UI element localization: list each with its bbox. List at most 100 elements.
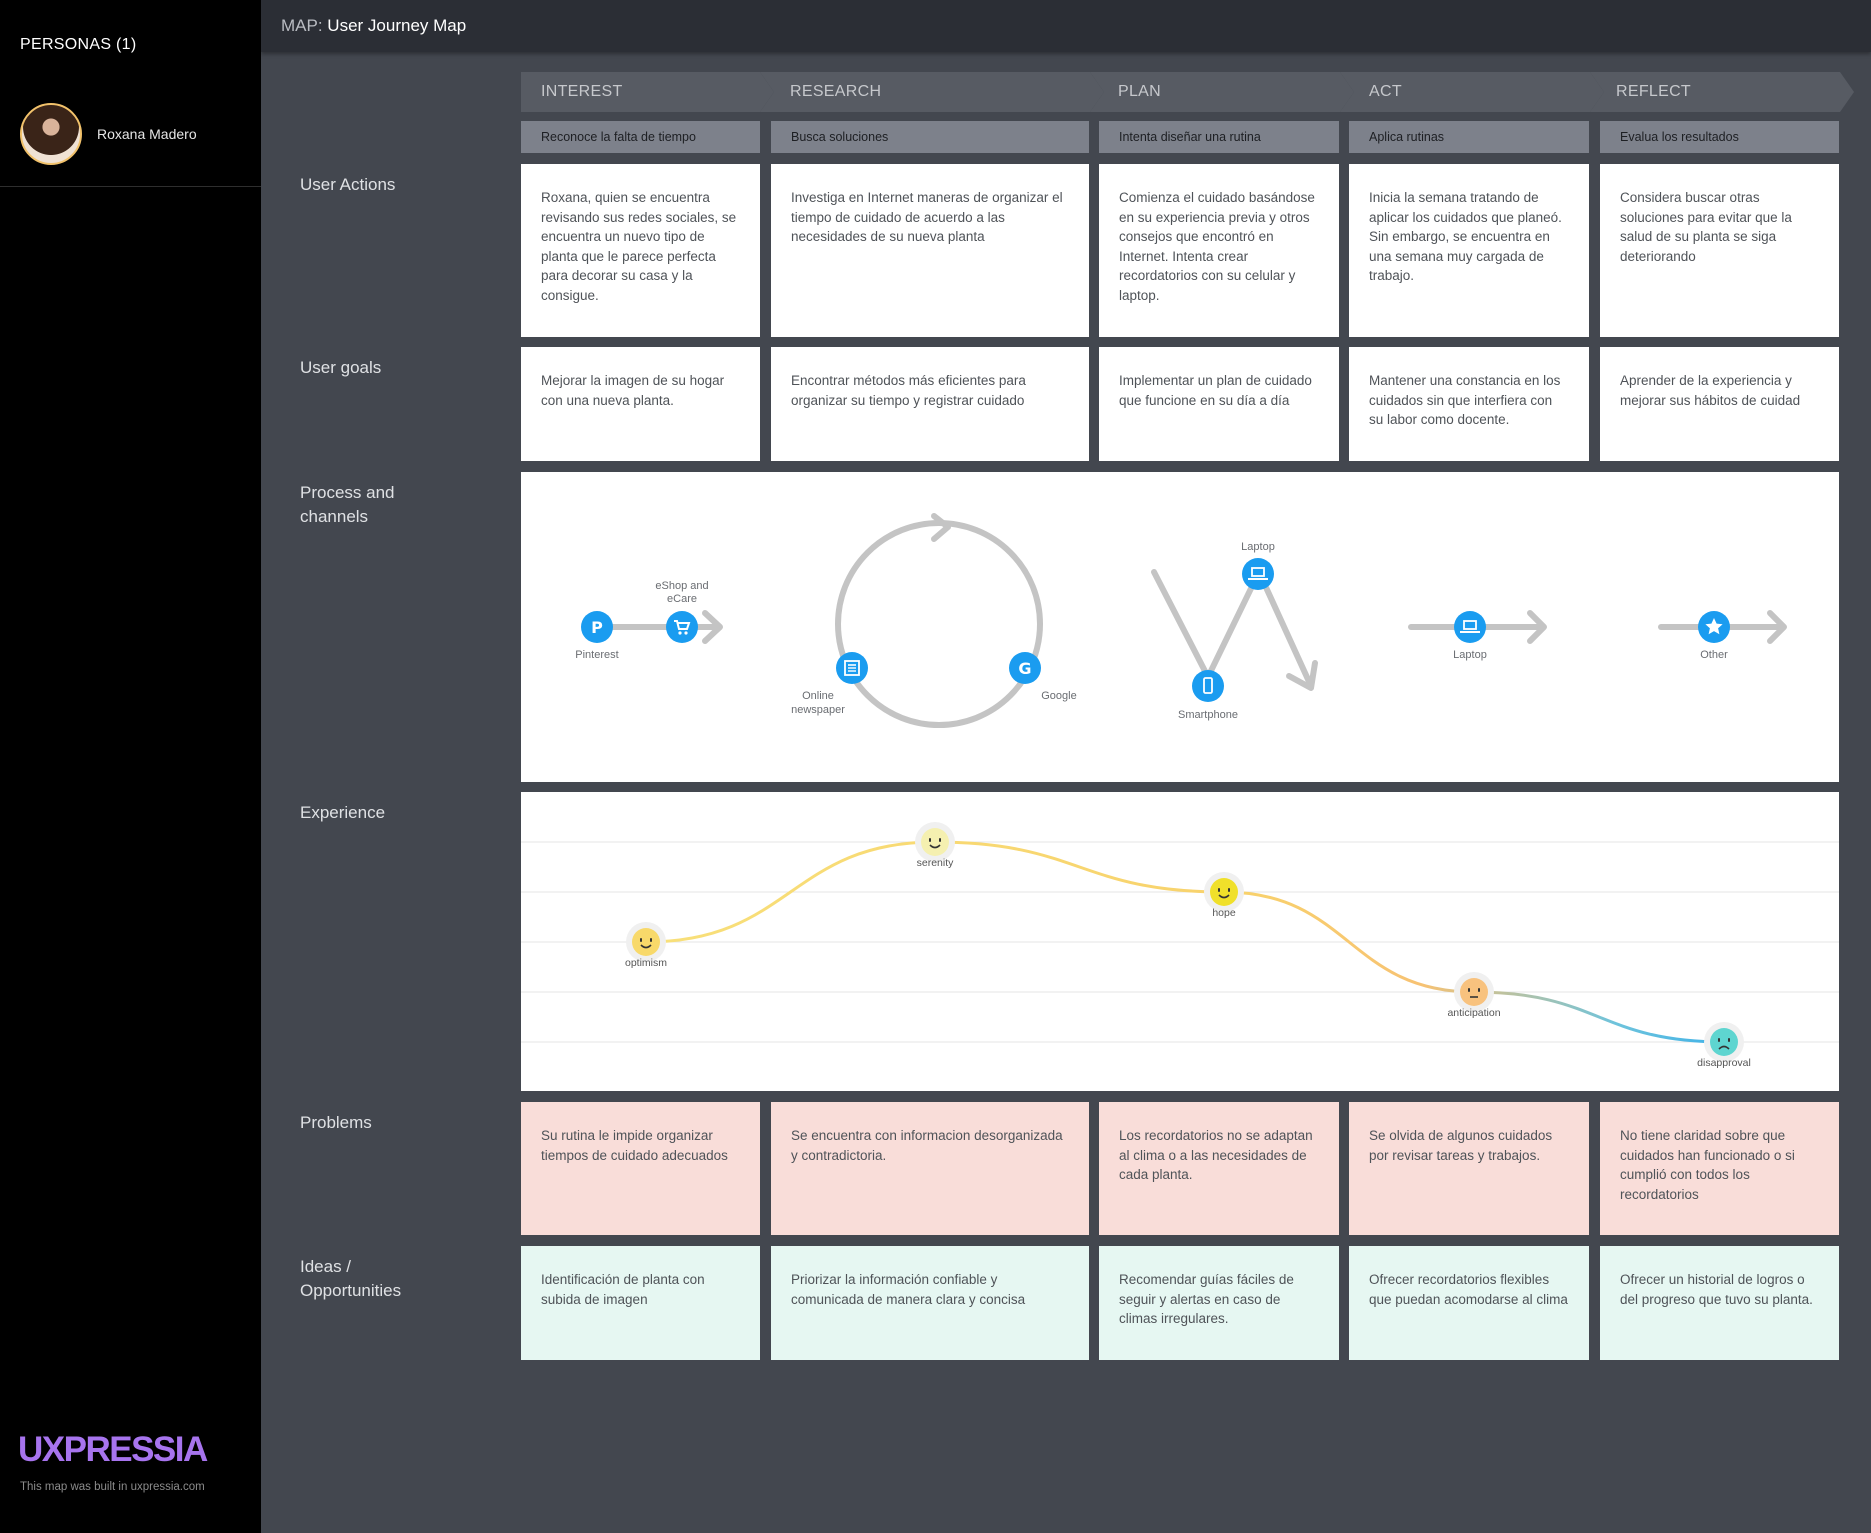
stage-1[interactable]: Reconoce la falta de tiempo [521,121,760,153]
plan-zigzag [1151,569,1314,689]
map-prefix: MAP: [281,16,323,35]
row-label-line: Opportunities [300,1281,402,1300]
emotion-label: optimism [625,957,667,969]
user-action-card[interactable]: Roxana, quien se encuentra revisando sus… [521,164,760,337]
user-goal-card[interactable]: Mantener una constancia en los cuidados … [1349,347,1589,461]
stage-4[interactable]: Aplica rutinas [1349,121,1589,153]
phase-plan[interactable]: PLAN [1090,72,1354,112]
brand-note: This map was built in uxpressia.com [20,1481,205,1493]
channel-label: Laptop [1453,649,1487,661]
pinterest-icon: P [591,618,603,637]
idea-card[interactable]: Priorizar la información confiable y com… [771,1246,1089,1360]
sidebar: PERSONAS (1) Roxana Madero UXPRESSIA Thi… [0,0,261,1533]
emotion-point-hope[interactable]: hope [1204,872,1244,919]
node-circle [1454,611,1486,643]
problem-card[interactable]: Se olvida de algunos cuidados por revisa… [1349,1102,1589,1235]
emotion-point-disapproval[interactable]: disapproval [1697,1022,1751,1069]
emotion-label: serenity [917,857,955,869]
idea-card[interactable]: Ofrecer recordatorios flexibles que pued… [1349,1246,1589,1360]
channels-diagram: P G Pinterest eShop and eCare Online new… [575,513,1787,728]
optimism-face-icon [632,928,660,956]
node-circle [1242,558,1274,590]
row-label-user-actions: User Actions [300,175,396,194]
channel-label: Smartphone [1178,709,1238,721]
other-node[interactable] [1698,611,1730,643]
user-goal-card[interactable]: Encontrar métodos más eficientes para or… [771,347,1089,461]
row-label-line: channels [300,507,369,526]
channel-lines [595,513,1787,728]
user-action-card[interactable]: Inicia la semana tratando de aplicar los… [1349,164,1589,337]
process-channels-panel: P G Pinterest eShop and eCare Online new… [521,472,1839,782]
user-action-card[interactable]: Comienza el cuidado basándose en su expe… [1099,164,1339,337]
emotion-point-serenity[interactable]: serenity [915,822,955,869]
channel-label: Pinterest [575,649,618,661]
user-action-card[interactable]: Considera buscar otras soluciones para e… [1600,164,1839,337]
stage-2[interactable]: Busca soluciones [771,121,1089,153]
channel-label: Online [802,690,834,702]
row-label-line: Process and [300,483,395,502]
disapproval-face-icon [1710,1028,1738,1056]
channel-label: eShop and [655,580,708,592]
node-circle [666,611,698,643]
channel-label: eCare [667,593,697,605]
row-label-ideas: Ideas / Opportunities [300,1255,401,1303]
map-title: User Journey Map [327,16,467,35]
row-label-process-channels: Process and channels [300,481,395,529]
google-node[interactable]: G [1009,652,1041,684]
row-label-line: Ideas / [300,1257,352,1276]
stage-3[interactable]: Intenta diseñar una rutina [1099,121,1339,153]
phase-act[interactable]: ACT [1340,72,1604,112]
pinterest-node[interactable]: P [581,611,613,643]
user-goal-card[interactable]: Mejorar la imagen de su hogar con una nu… [521,347,760,461]
user-goal-card[interactable]: Implementar un plan de cuidado que funci… [1099,347,1339,461]
channel-label: Other [1700,649,1728,661]
phase-interest[interactable]: INTEREST [521,72,774,112]
channel-label: Google [1041,690,1076,702]
top-bar: MAP: User Journey Map [261,0,1871,52]
row-label-problems: Problems [300,1113,372,1132]
page-title: MAP: User Journey Map [281,16,466,36]
emotion-label: disapproval [1697,1057,1751,1069]
channel-label: newspaper [791,704,845,716]
problem-card[interactable]: Su rutina le impide organizar tiempos de… [521,1102,760,1235]
online-newspaper-node[interactable] [836,652,868,684]
row-label-user-goals: User goals [300,358,382,377]
experience-grid [521,841,1839,1043]
phase-reflect[interactable]: REFLECT [1590,72,1854,112]
emotion-label: hope [1212,907,1236,919]
emotion-label: anticipation [1447,1007,1500,1019]
eshop-node[interactable] [666,611,698,643]
emotion-point-optimism[interactable]: optimism [625,922,667,969]
persona-name: Roxana Madero [97,126,197,142]
research-arrowhead [931,513,951,542]
idea-card[interactable]: Ofrecer un historial de logros o del pro… [1600,1246,1839,1360]
experience-points: optimism serenity hope anticipation disappro… [625,822,1751,1069]
google-icon: G [1018,659,1031,678]
stage-5[interactable]: Evalua los resultados [1600,121,1839,153]
persona-item[interactable]: Roxana Madero [20,103,197,165]
idea-card[interactable]: Identificación de planta con subida de i… [521,1246,760,1360]
channel-label: Laptop [1241,541,1275,553]
user-goal-card[interactable]: Aprender de la experiencia y mejorar sus… [1600,347,1839,461]
laptop-plan-node[interactable] [1242,558,1274,590]
emotion-point-anticipation[interactable]: anticipation [1447,972,1501,1019]
problem-card[interactable]: Los recordatorios no se adaptan al clima… [1099,1102,1339,1235]
avatar[interactable] [20,103,82,165]
research-cycle [835,520,1043,728]
phase-research[interactable]: RESEARCH [760,72,1104,112]
personas-title: PERSONAS (1) [20,36,137,53]
problem-card[interactable]: No tiene claridad sobre que cuidados han… [1600,1102,1839,1235]
laptop-act-node[interactable] [1454,611,1486,643]
sidebar-divider [0,186,261,187]
serenity-face-icon [921,828,949,856]
channel-labels: Pinterest eShop and eCare Online newspap… [575,541,1728,721]
row-label-experience: Experience [300,803,386,822]
smartphone-node[interactable] [1192,670,1224,702]
problem-card[interactable]: Se encuentra con informacion desorganiza… [771,1102,1089,1235]
node-circle [1192,670,1224,702]
user-action-card[interactable]: Investiga en Internet maneras de organiz… [771,164,1089,337]
experience-panel: optimism serenity hope anticipation disappro… [521,792,1839,1091]
brand-logo[interactable]: UXPRESSIA [18,1430,208,1470]
idea-card[interactable]: Recomendar guías fáciles de seguir y ale… [1099,1246,1339,1360]
anticipation-face-icon [1460,978,1488,1006]
